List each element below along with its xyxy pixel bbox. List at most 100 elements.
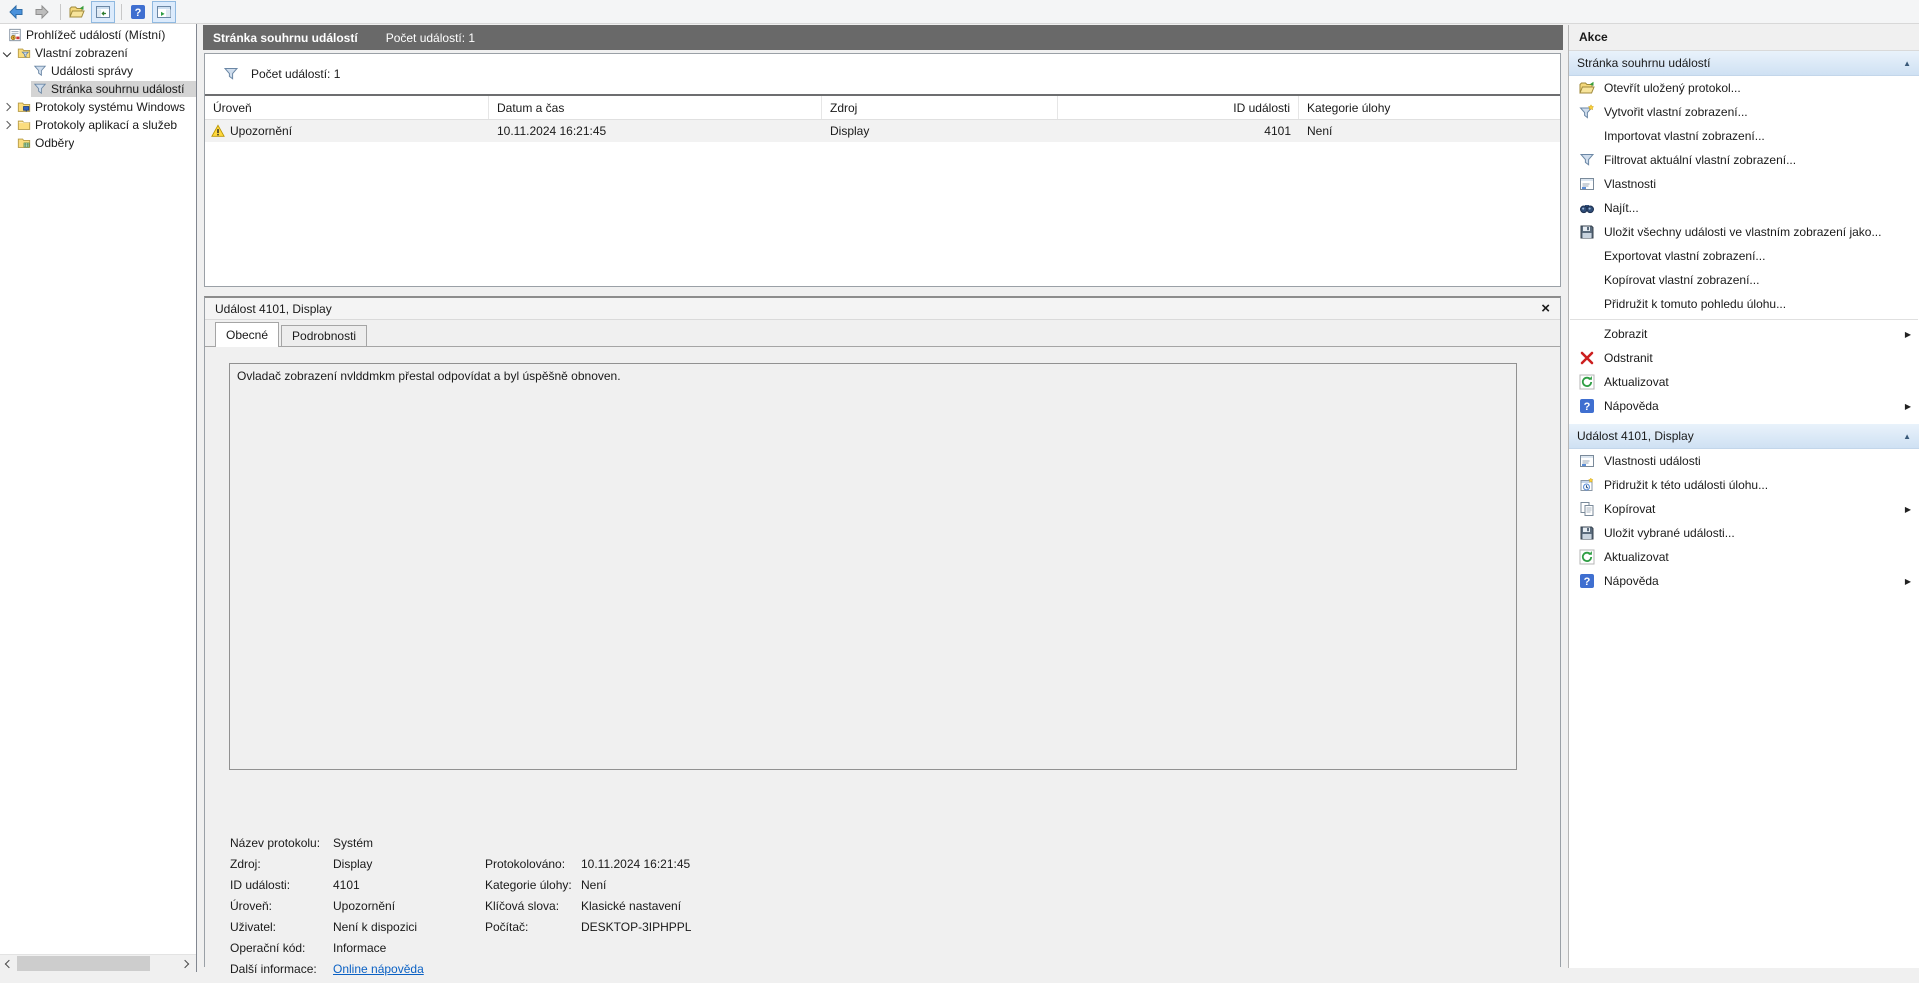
tree-item-custom-views[interactable]: Vlastní zobrazení — [0, 44, 196, 62]
action-event-properties[interactable]: Vlastnosti události — [1569, 449, 1919, 473]
event-message-box[interactable]: Ovladač zobrazení nvlddmkm přestal odpov… — [229, 363, 1517, 770]
tab-details[interactable]: Podrobnosti — [281, 325, 367, 347]
column-header-event-id[interactable]: ID události — [1058, 96, 1299, 119]
action-help-event[interactable]: Nápověda ▶ — [1569, 569, 1919, 593]
field-label: Protokolováno: — [485, 857, 581, 878]
view-count: Počet událostí: 1 — [386, 31, 475, 45]
field-value: DESKTOP-3IPHPPL — [581, 920, 691, 941]
action-create-custom-view[interactable]: Vytvořit vlastní zobrazení... — [1569, 100, 1919, 124]
field-value: Není — [581, 878, 691, 899]
tree-item-label: Vlastní zobrazení — [35, 46, 128, 60]
action-copy[interactable]: Kopírovat ▶ — [1569, 497, 1919, 521]
save-icon — [1579, 224, 1595, 240]
action-properties[interactable]: Vlastnosti — [1569, 172, 1919, 196]
action-find[interactable]: Najít... — [1569, 196, 1919, 220]
tree-item-summary-page[interactable]: Stránka souhrnu událostí — [0, 80, 196, 98]
cell-task-category: Není — [1299, 120, 1560, 142]
action-copy-custom-view[interactable]: Kopírovat vlastní zobrazení... — [1569, 268, 1919, 292]
cell-level: Upozornění — [230, 124, 292, 138]
action-help[interactable]: Nápověda ▶ — [1569, 394, 1919, 418]
tab-page-general: Ovladač zobrazení nvlddmkm přestal odpov… — [205, 346, 1560, 968]
scroll-right-icon[interactable] — [176, 955, 193, 972]
tab-general[interactable]: Obecné — [215, 322, 279, 347]
tree-item-label: Odběry — [35, 136, 74, 150]
horizontal-scrollbar[interactable] — [0, 954, 196, 972]
help-icon[interactable] — [126, 1, 150, 23]
field-label: Zdroj: — [230, 857, 333, 878]
back-arrow-icon[interactable] — [4, 1, 28, 23]
tree-item-label: Události správy — [51, 64, 133, 78]
field-label: Další informace: — [230, 962, 333, 983]
column-header-source[interactable]: Zdroj — [822, 96, 1058, 119]
column-header-task-category[interactable]: Kategorie úlohy — [1299, 96, 1560, 119]
folder-icon — [17, 118, 31, 132]
toggle-console-tree-icon[interactable] — [91, 1, 115, 23]
events-summary-box: Počet událostí: 1 Úroveň Datum a čas Zdr… — [204, 53, 1561, 287]
summary-strip: Počet událostí: 1 — [205, 54, 1560, 94]
action-refresh-event[interactable]: Aktualizovat — [1569, 545, 1919, 569]
action-save-all-events-as[interactable]: Uložit všechny události ve vlastním zobr… — [1569, 220, 1919, 244]
actions-title: Akce — [1569, 25, 1919, 51]
action-import-custom-view[interactable]: Importovat vlastní zobrazení... — [1569, 124, 1919, 148]
create-filter-icon — [1579, 104, 1595, 120]
field-value: 10.11.2024 16:21:45 — [581, 857, 691, 878]
console-tree: Prohlížeč událostí (Místní) Vlastní zobr… — [0, 24, 197, 972]
tree-item-app-logs[interactable]: Protokoly aplikací a služeb — [0, 116, 196, 134]
event-detail-panel: Událost 4101, Display × Obecné Podrobnos… — [204, 296, 1561, 967]
scrollbar-thumb[interactable] — [17, 956, 150, 971]
column-header-level[interactable]: Úroveň — [205, 96, 489, 119]
tree-item-admin-events[interactable]: Události správy — [0, 62, 196, 80]
field-label: Název protokolu: — [230, 836, 333, 857]
chevron-down-icon[interactable] — [3, 49, 11, 57]
field-label: Kategorie úlohy: — [485, 878, 581, 899]
action-export-custom-view[interactable]: Exportovat vlastní zobrazení... — [1569, 244, 1919, 268]
properties-icon — [1579, 453, 1595, 469]
field-value: 4101 — [333, 878, 485, 899]
tree-item-windows-logs[interactable]: Protokoly systému Windows — [0, 98, 196, 116]
scroll-left-icon[interactable] — [0, 955, 17, 972]
online-help-link[interactable]: Online nápověda — [333, 962, 485, 983]
field-label: Klíčová slova: — [485, 899, 581, 920]
field-value: Systém — [333, 836, 485, 857]
action-open-saved-log[interactable]: Otevřít uložený protokol... — [1569, 76, 1919, 100]
chevron-right-icon[interactable] — [3, 121, 11, 129]
tree-item-root[interactable]: Prohlížeč událostí (Místní) — [0, 26, 196, 44]
action-view[interactable]: Zobrazit ▶ — [1569, 322, 1919, 346]
subscriptions-icon — [17, 136, 31, 150]
field-label: Počítač: — [485, 920, 581, 941]
actions-panel: Akce Stránka souhrnu událostí ▲ Otevřít … — [1568, 25, 1919, 968]
action-attach-task-to-event[interactable]: Přidružit k této události úlohu... — [1569, 473, 1919, 497]
collapse-icon[interactable]: ▲ — [1903, 59, 1911, 68]
tree-item-subscriptions[interactable]: Odběry — [0, 134, 196, 152]
action-group-header-summary-page[interactable]: Stránka souhrnu událostí ▲ — [1569, 51, 1919, 76]
action-attach-task-to-view[interactable]: Přidružit k tomuto pohledu úlohu... — [1569, 292, 1919, 316]
export-log-icon[interactable] — [65, 1, 89, 23]
refresh-icon — [1579, 549, 1595, 565]
action-refresh[interactable]: Aktualizovat — [1569, 370, 1919, 394]
forward-arrow-icon[interactable] — [30, 1, 54, 23]
filter-icon — [33, 64, 47, 78]
detail-header: Událost 4101, Display × — [205, 298, 1560, 320]
action-delete[interactable]: Odstranit — [1569, 346, 1919, 370]
column-header-datetime[interactable]: Datum a čas — [489, 96, 822, 119]
chevron-right-icon[interactable] — [3, 103, 11, 111]
main-panel: Stránka souhrnu událostí Počet událostí:… — [203, 25, 1563, 968]
table-header-row: Úroveň Datum a čas Zdroj ID události Kat… — [205, 94, 1560, 120]
detail-tabs: Obecné Podrobnosti — [205, 320, 1560, 347]
folder-windows-icon — [17, 100, 31, 114]
toolbar-separator — [60, 4, 61, 20]
collapse-icon[interactable]: ▲ — [1903, 432, 1911, 441]
close-icon[interactable]: × — [1541, 301, 1550, 316]
help-icon — [1579, 573, 1595, 589]
action-filter-current-view[interactable]: Filtrovat aktuální vlastní zobrazení... — [1569, 148, 1919, 172]
action-save-selected-events[interactable]: Uložit vybrané události... — [1569, 521, 1919, 545]
help-icon — [1579, 398, 1595, 414]
toggle-action-pane-icon[interactable] — [152, 1, 176, 23]
open-folder-icon — [1579, 80, 1595, 96]
field-value: Klasické nastavení — [581, 899, 691, 920]
field-value: Není k dispozici — [333, 920, 485, 941]
action-group-header-event[interactable]: Událost 4101, Display ▲ — [1569, 424, 1919, 449]
view-header: Stránka souhrnu událostí Počet událostí:… — [203, 25, 1563, 50]
table-row[interactable]: Upozornění 10.11.2024 16:21:45 Display 4… — [205, 120, 1560, 142]
submenu-arrow-icon: ▶ — [1905, 505, 1911, 514]
